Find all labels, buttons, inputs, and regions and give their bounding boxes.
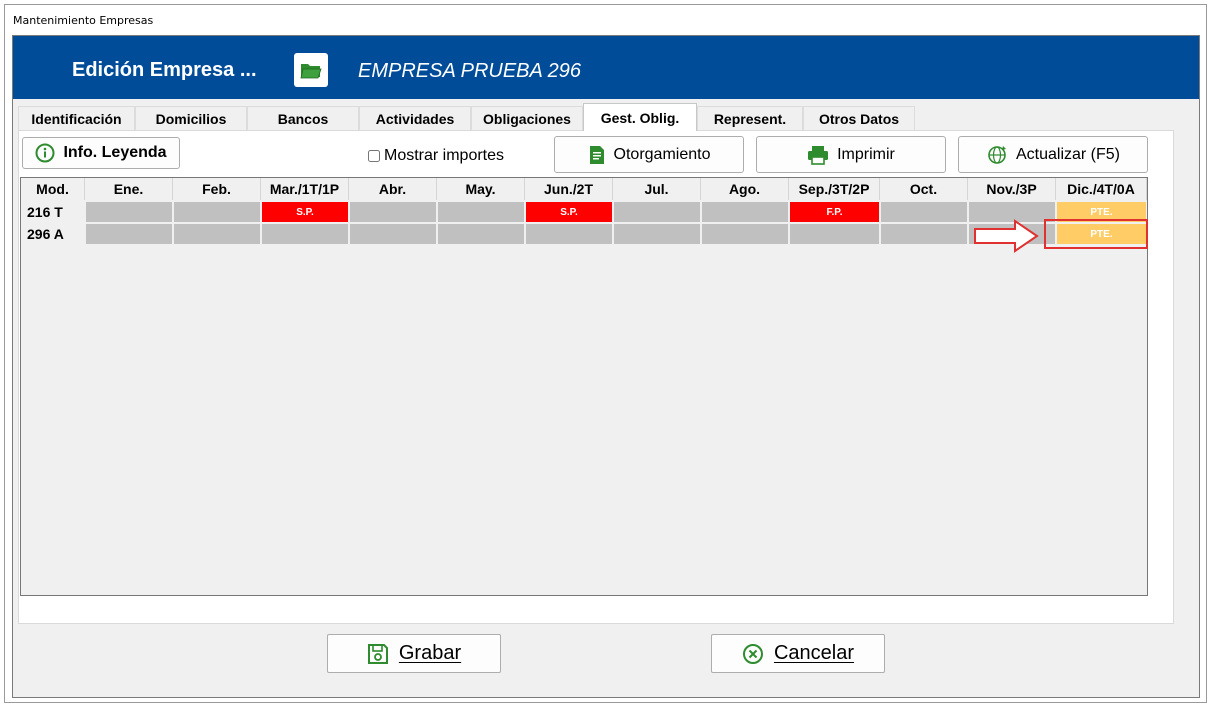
grid-cell[interactable] bbox=[790, 224, 879, 244]
app-window: Mantenimiento Empresas Edición Empresa .… bbox=[4, 4, 1207, 703]
refresh-button[interactable]: Actualizar (F5) bbox=[958, 136, 1148, 173]
edit-frame: Edición Empresa ... EMPRESA PRUEBA 296 I… bbox=[12, 35, 1200, 698]
grid-cell[interactable] bbox=[86, 202, 172, 222]
globe-refresh-icon bbox=[986, 144, 1008, 166]
info-legend-label: Info. Leyenda bbox=[63, 144, 167, 161]
row-model-label: 216 T bbox=[27, 204, 63, 220]
folder-open-icon bbox=[300, 64, 322, 79]
grid-cell[interactable] bbox=[614, 224, 700, 244]
tab-domicilios[interactable]: Domicilios bbox=[135, 106, 247, 130]
tab-otros-datos[interactable]: Otros Datos bbox=[803, 106, 915, 130]
tab-represent[interactable]: Represent. bbox=[697, 106, 803, 130]
tab-identificacion[interactable]: Identificación bbox=[18, 106, 135, 130]
column-header: Mod. bbox=[21, 178, 85, 200]
grid-cell[interactable] bbox=[174, 224, 260, 244]
gest-oblig-panel: Info. Leyenda Mostrar importes Otorgamie… bbox=[18, 130, 1174, 624]
grid-cell[interactable]: F.P. bbox=[790, 202, 879, 222]
info-icon bbox=[35, 143, 55, 163]
open-folder-button[interactable] bbox=[294, 53, 328, 87]
grid-cell[interactable] bbox=[438, 224, 524, 244]
cancel-button[interactable]: Cancelar bbox=[711, 634, 885, 673]
page-title: Edición Empresa ... bbox=[72, 59, 257, 81]
save-icon bbox=[367, 643, 389, 665]
show-amounts-check[interactable] bbox=[368, 150, 380, 162]
grid-cell[interactable] bbox=[969, 224, 1055, 244]
column-header: Sep./3T/2P bbox=[789, 178, 880, 200]
show-amounts-checkbox[interactable]: Mostrar importes bbox=[368, 147, 504, 165]
column-header: Dic./4T/0A bbox=[1056, 178, 1147, 200]
header-bar: Edición Empresa ... EMPRESA PRUEBA 296 bbox=[13, 36, 1199, 99]
column-header: Oct. bbox=[880, 178, 968, 200]
refresh-label: Actualizar (F5) bbox=[1015, 145, 1121, 163]
grid-cell[interactable] bbox=[702, 224, 788, 244]
grid-cell[interactable] bbox=[526, 224, 612, 244]
tab-obligaciones[interactable]: Obligaciones bbox=[471, 106, 583, 130]
grid-cell[interactable] bbox=[438, 202, 524, 222]
column-header: Ago. bbox=[701, 178, 789, 200]
grid-cell[interactable] bbox=[702, 202, 788, 222]
grid-cell[interactable] bbox=[969, 202, 1055, 222]
column-header: May. bbox=[437, 178, 525, 200]
tab-gest-oblig[interactable]: Gest. Oblig. bbox=[583, 103, 697, 131]
tab-strip: Identificación Domicilios Bancos Activid… bbox=[18, 103, 1176, 131]
column-header: Feb. bbox=[173, 178, 261, 200]
column-header: Ene. bbox=[85, 178, 173, 200]
row-model-label: 296 A bbox=[27, 226, 64, 242]
column-header: Nov./3P bbox=[968, 178, 1056, 200]
obligations-grid: Mod. Ene. Feb. Mar./1T/1P Abr. May. Jun./2T Jul… bbox=[20, 177, 1148, 596]
print-button[interactable]: Imprimir bbox=[756, 136, 946, 173]
grid-cell[interactable] bbox=[881, 202, 967, 222]
column-header: Jun./2T bbox=[525, 178, 613, 200]
column-header: Abr. bbox=[349, 178, 437, 200]
print-label: Imprimir bbox=[837, 145, 895, 163]
grid-cell[interactable] bbox=[881, 224, 967, 244]
grid-cell[interactable]: PTE. bbox=[1057, 202, 1146, 222]
grid-cell[interactable]: PTE. bbox=[1057, 224, 1146, 244]
cancel-label: Cancelar bbox=[773, 642, 855, 664]
column-header: Jul. bbox=[613, 178, 701, 200]
company-name: EMPRESA PRUEBA 296 bbox=[358, 60, 582, 82]
info-legend-button[interactable]: Info. Leyenda bbox=[22, 137, 180, 169]
column-header: Mar./1T/1P bbox=[261, 178, 349, 200]
window-title: Mantenimiento Empresas bbox=[13, 14, 154, 27]
document-icon bbox=[588, 145, 606, 165]
save-label: Grabar bbox=[398, 642, 462, 664]
grid-cell[interactable] bbox=[614, 202, 700, 222]
grid-cell[interactable]: S.P. bbox=[262, 202, 348, 222]
grant-button[interactable]: Otorgamiento bbox=[554, 136, 744, 173]
grid-cell[interactable] bbox=[174, 202, 260, 222]
show-amounts-label: Mostrar importes bbox=[384, 147, 505, 164]
save-button[interactable]: Grabar bbox=[327, 634, 501, 673]
grid-cell[interactable]: S.P. bbox=[526, 202, 612, 222]
tab-actividades[interactable]: Actividades bbox=[359, 106, 471, 130]
grid-cell[interactable] bbox=[350, 202, 436, 222]
cancel-icon bbox=[742, 643, 764, 665]
grid-cell[interactable] bbox=[86, 224, 172, 244]
grant-label: Otorgamiento bbox=[613, 145, 711, 163]
printer-icon bbox=[807, 145, 829, 165]
tab-bancos[interactable]: Bancos bbox=[247, 106, 359, 130]
grid-cell[interactable] bbox=[350, 224, 436, 244]
grid-cell[interactable] bbox=[262, 224, 348, 244]
